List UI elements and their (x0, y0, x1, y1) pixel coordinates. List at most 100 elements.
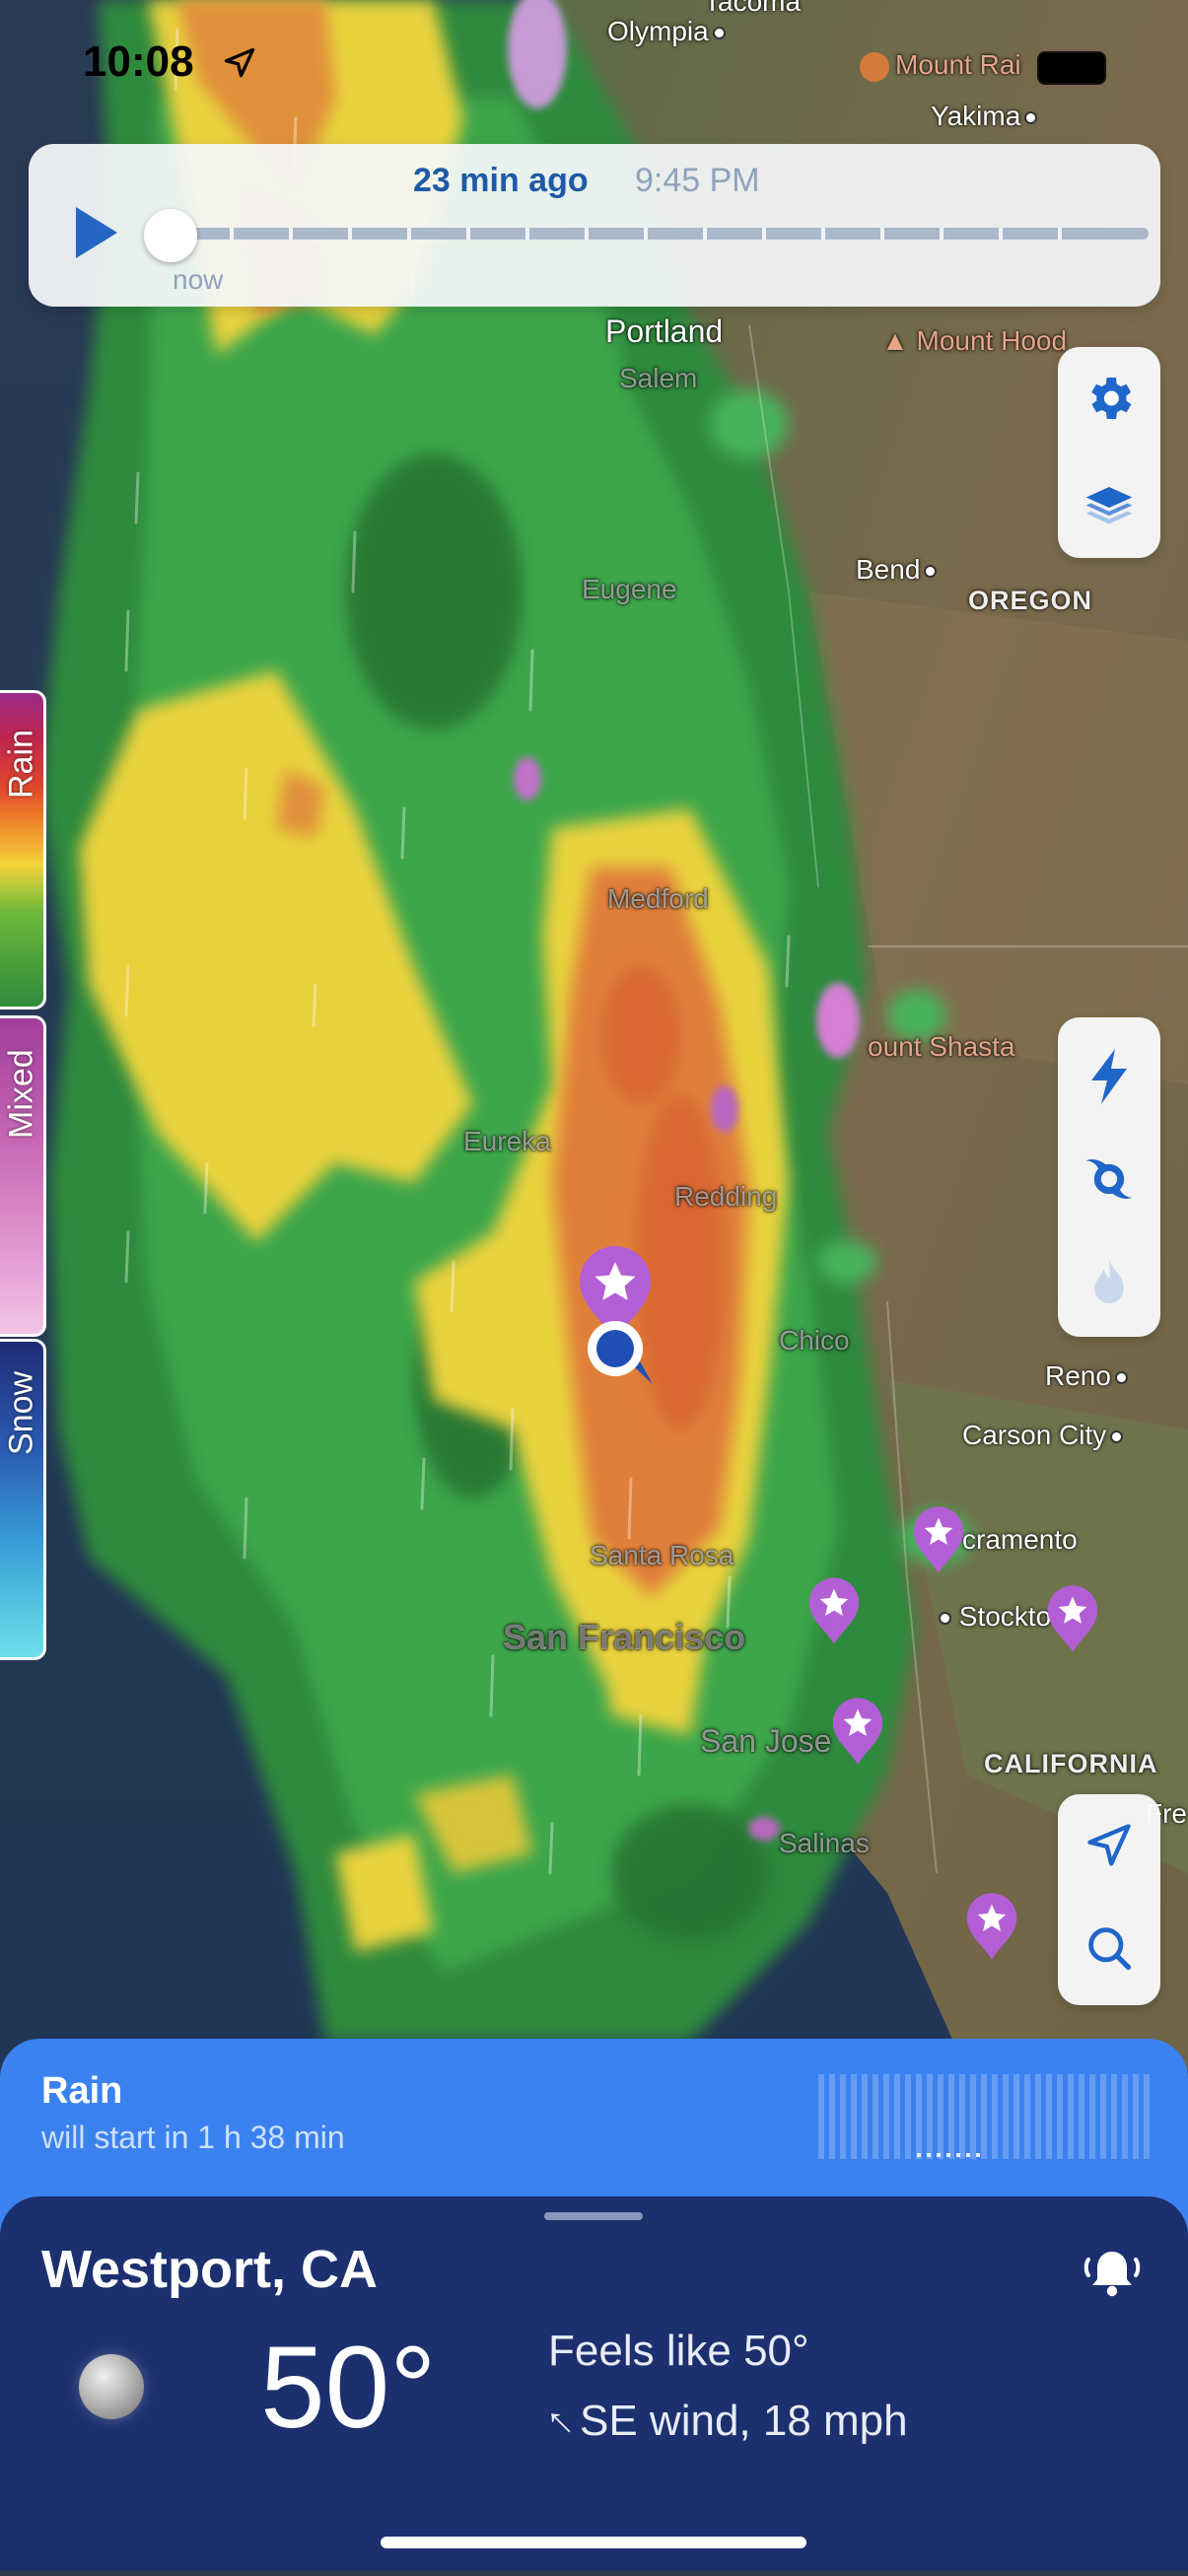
city-dot (1114, 1371, 1128, 1385)
timeline-tick (880, 228, 884, 240)
map-label-salem: Salem (619, 363, 698, 393)
map-label-mount-rainier: Mount Rai (860, 49, 1021, 82)
play-icon (76, 207, 117, 258)
bell-icon (1083, 2252, 1141, 2297)
map-label-bend-text: Bend (856, 554, 921, 585)
location-arrow-icon (1087, 1824, 1131, 1866)
timeline-now-label: now (173, 264, 224, 295)
map-label-stockton: Stockto (935, 1601, 1051, 1633)
favorite-pin[interactable] (1045, 1583, 1100, 1659)
timeline-tick (703, 228, 707, 240)
lightning-button[interactable] (1058, 1025, 1160, 1128)
alerts-button[interactable] (1078, 2246, 1147, 2306)
precipitation-start-text: will start in 1 h 38 min (41, 2120, 345, 2155)
timeline-tick (289, 228, 293, 240)
timeline-tick (466, 228, 470, 240)
layers-button[interactable] (1058, 450, 1160, 552)
timeline-tick (1058, 228, 1062, 240)
wind-direction-icon: ↑ (533, 2396, 584, 2446)
timeline-ago-label: 23 min ago (413, 162, 589, 199)
hurricane-icon (1085, 1159, 1133, 1199)
current-temperature: 50° (260, 2323, 437, 2453)
map-navigation-group (1058, 1794, 1160, 2005)
map-label-san-jose: San Jose (700, 1723, 832, 1759)
legend-mixed-label: Mixed (2, 1049, 40, 1140)
map-label-mount-rainier-text: Mount Rai (895, 49, 1021, 80)
timeline-tick (348, 228, 352, 240)
map-label-olympia: Olympia (607, 16, 726, 47)
play-button[interactable] (68, 201, 123, 264)
search-button[interactable] (1058, 1897, 1160, 1999)
current-location-icon (584, 1317, 655, 1391)
map-label-carson-city: Carson City (962, 1420, 1124, 1451)
city-dot (1024, 111, 1038, 125)
city-dot (924, 565, 938, 579)
map-label-sacramento: cramento (962, 1524, 1078, 1555)
feels-like-temperature: Feels like 50° (548, 2327, 809, 2375)
map-label-salinas: Salinas (779, 1828, 870, 1858)
timeline-tick (230, 228, 234, 240)
fire-icon (1094, 1260, 1124, 1303)
legend-rain-label: Rain (2, 730, 40, 799)
lightning-icon (1091, 1049, 1127, 1104)
map-label-san-francisco: San Francisco (503, 1617, 746, 1657)
sheet-grabber[interactable] (544, 2212, 643, 2220)
settings-button[interactable] (1058, 347, 1160, 450)
map-label-stockton-text: Stockto (958, 1601, 1052, 1632)
wind-text: SE wind, 18 mph (580, 2397, 908, 2445)
hurricane-button[interactable] (1058, 1128, 1160, 1230)
timeline-scrubber[interactable] (171, 228, 1149, 240)
timeline-thumb[interactable] (144, 209, 197, 262)
home-indicator[interactable] (381, 2537, 806, 2548)
map-label-california: CALIFORNIA (984, 1749, 1158, 1778)
moon-icon (79, 2354, 144, 2419)
city-dot (939, 1612, 951, 1626)
timeline-tick (525, 228, 529, 240)
status-time: 10:08 (83, 37, 194, 86)
mountain-pin-icon (860, 51, 889, 82)
my-location-button[interactable] (1058, 1794, 1160, 1897)
location-name: Westport, CA (41, 2240, 379, 2299)
timeline-tick (999, 228, 1003, 240)
map-settings-group (1058, 347, 1160, 558)
map-label-bend: Bend (856, 554, 938, 586)
timeline-tick (821, 228, 825, 240)
favorite-pin[interactable] (911, 1504, 966, 1580)
wind-info: ↑SE wind, 18 mph (534, 2397, 908, 2446)
timeline-tick (762, 228, 766, 240)
favorite-pin[interactable] (806, 1575, 862, 1651)
map-label-mount-shasta: ount Shasta (868, 1031, 1015, 1062)
map-label-mount-hood: ▲ Mount Hood (881, 325, 1067, 357)
minute-precipitation-chart (818, 2074, 1150, 2159)
legend-snow-label: Snow (2, 1370, 40, 1455)
current-weather-sheet[interactable]: Westport, CA 50° Feels like 50° ↑SE wind… (0, 2196, 1188, 2571)
search-icon (1088, 1927, 1132, 1971)
map-label-eureka: Eureka (463, 1126, 551, 1156)
map-label-chico: Chico (779, 1325, 850, 1356)
overlay-toggle-group (1058, 1017, 1160, 1337)
favorite-pin[interactable] (964, 1891, 1019, 1967)
favorite-pin[interactable] (830, 1696, 885, 1772)
map-label-olympia-text: Olympia (607, 16, 709, 46)
layers-icon (1085, 487, 1133, 524)
city-dot (712, 27, 726, 40)
map-label-santa-rosa: Santa Rosa (590, 1540, 734, 1570)
precipitation-type: Rain (41, 2070, 123, 2112)
timeline-time-label: 9:45 PM (635, 162, 760, 199)
precipitation-legend: Rain Mixed Snow (0, 690, 47, 1660)
map-label-medford: Medford (607, 883, 709, 914)
timeline-tick (585, 228, 589, 240)
map-label-mount-hood-text: Mount Hood (916, 325, 1068, 356)
timeline-tick (940, 228, 943, 240)
battery-icon (1037, 51, 1106, 85)
fire-button[interactable] (1058, 1230, 1160, 1333)
location-services-icon (222, 45, 257, 86)
map-label-carson-city-text: Carson City (962, 1420, 1107, 1450)
mountain-icon: ▲ (881, 325, 909, 356)
timeline-tick (407, 228, 411, 240)
map-label-yakima: Yakima (931, 101, 1038, 132)
radar-timeline: 23 min ago 9:45 PM now (29, 144, 1160, 307)
gear-icon (1091, 378, 1132, 419)
map-label-reno: Reno (1045, 1360, 1128, 1392)
city-dot (1110, 1430, 1124, 1444)
